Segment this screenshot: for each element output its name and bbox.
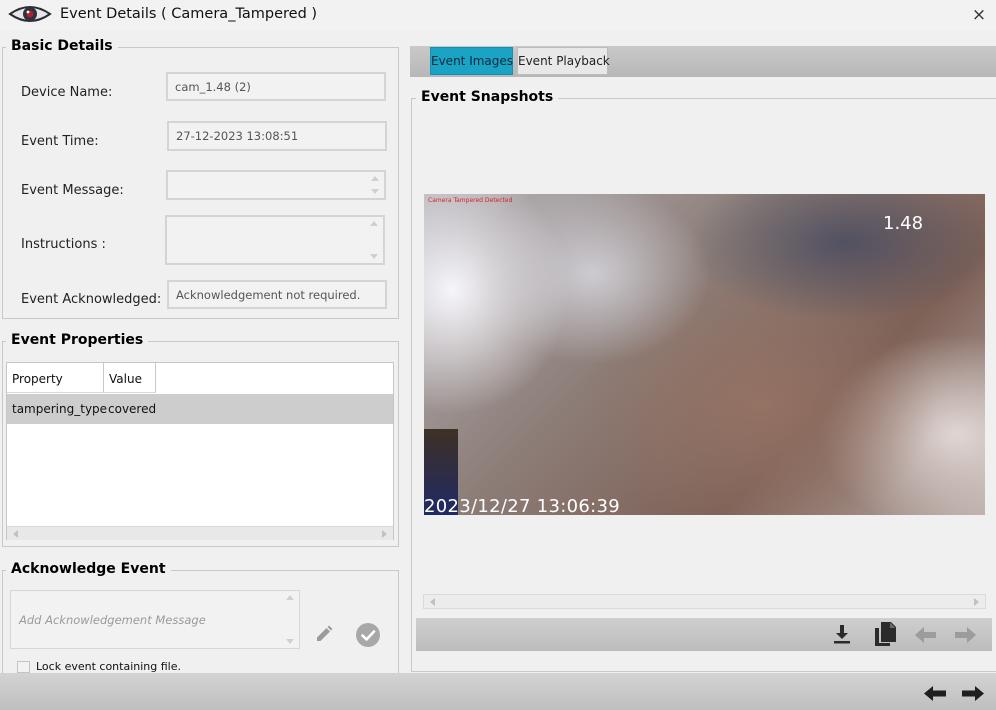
device-name-field[interactable]: cam_1.48 (2) — [166, 72, 386, 101]
instructions-field[interactable] — [165, 215, 385, 265]
scroll-right-icon[interactable] — [382, 530, 387, 538]
snapshot-horizontal-scrollbar[interactable] — [423, 594, 986, 609]
snapshot-overlay-text: Camera Tampered Detected — [428, 197, 513, 204]
eye-icon — [8, 3, 52, 25]
table-horizontal-scrollbar[interactable] — [7, 526, 393, 540]
arrow-left-icon[interactable] — [914, 626, 938, 644]
event-acknowledged-label: Event Acknowledged: — [21, 292, 162, 307]
value-cell: covered — [108, 402, 157, 416]
event-message-scrollbar[interactable] — [368, 173, 383, 197]
event-snapshots-heading: Event Snapshots — [416, 89, 559, 105]
acknowledge-check-icon[interactable] — [355, 622, 381, 648]
properties-table: Property Value tampering_type covered — [6, 362, 394, 540]
scroll-left-icon[interactable] — [13, 530, 18, 538]
property-cell: tampering_type — [12, 402, 108, 416]
instructions-label: Instructions : — [21, 237, 106, 252]
acknowledge-event-heading: Acknowledge Event — [6, 561, 171, 577]
close-button[interactable]: × — [968, 4, 990, 26]
device-name-value: cam_1.48 (2) — [175, 79, 251, 94]
tab-event-playback[interactable]: Event Playback — [517, 47, 610, 75]
download-icon[interactable] — [831, 623, 853, 645]
arrow-right-icon[interactable] — [953, 626, 977, 644]
edit-icon[interactable] — [314, 624, 334, 644]
table-row[interactable]: tampering_type covered — [7, 394, 393, 424]
column-header-property[interactable]: Property — [7, 363, 104, 393]
footer-bar — [0, 673, 996, 710]
ack-message-input[interactable]: Add Acknowledgement Message — [10, 590, 300, 649]
device-name-label: Device Name: — [21, 85, 113, 100]
event-snapshot-image[interactable]: Camera Tampered Detected 1.48 2023/12/27… — [424, 194, 985, 515]
snapshot-camera-label: 1.48 — [883, 213, 924, 234]
snapshot-scroll-left-icon[interactable] — [430, 598, 435, 606]
event-properties-heading: Event Properties — [6, 332, 149, 348]
ack-message-scrollbar[interactable] — [283, 592, 298, 647]
prev-event-icon[interactable] — [923, 685, 947, 702]
snapshot-timestamp: 2023/12/27 13:06:39 — [424, 496, 621, 515]
lock-event-label: Lock event containing file. — [36, 660, 181, 673]
event-acknowledged-value: Acknowledgement not required. — [176, 287, 361, 302]
copy-icon[interactable] — [873, 621, 897, 647]
event-time-label: Event Time: — [21, 134, 99, 149]
instructions-scrollbar[interactable] — [367, 218, 382, 262]
basic-details-heading: Basic Details — [6, 38, 118, 54]
tab-strip: Event Images Event Playback — [410, 46, 996, 77]
event-message-field[interactable] — [166, 170, 386, 200]
event-time-value: 27-12-2023 13:08:51 — [176, 129, 299, 143]
snapshot-scroll-right-icon[interactable] — [974, 598, 979, 606]
next-event-icon[interactable] — [961, 685, 985, 702]
title-bar: Event Details ( Camera_Tampered ) × — [0, 0, 996, 30]
event-message-label: Event Message: — [21, 183, 124, 198]
column-header-value[interactable]: Value — [104, 363, 156, 393]
event-time-field[interactable]: 27-12-2023 13:08:51 — [167, 121, 387, 151]
image-toolbar — [416, 618, 992, 651]
window-title: Event Details ( Camera_Tampered ) — [60, 6, 318, 22]
ack-message-placeholder: Add Acknowledgement Message — [19, 613, 206, 627]
event-acknowledged-field[interactable]: Acknowledgement not required. — [167, 280, 387, 309]
lock-event-checkbox[interactable] — [17, 661, 30, 673]
tab-event-images[interactable]: Event Images — [430, 47, 513, 75]
